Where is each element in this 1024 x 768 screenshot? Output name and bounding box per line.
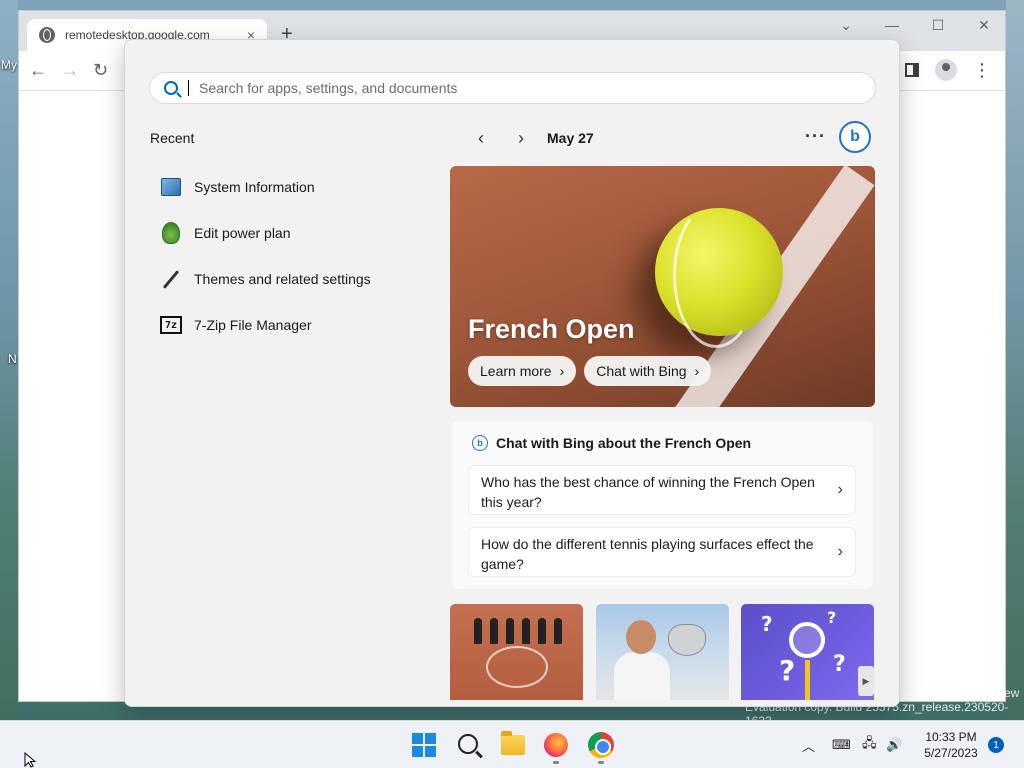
chevron-right-icon: › (559, 363, 565, 379)
firefox-icon[interactable] (544, 733, 568, 757)
recent-item-system-information[interactable]: System Information (160, 164, 371, 210)
chrome-icon[interactable] (588, 732, 614, 758)
search-icon[interactable] (458, 734, 478, 754)
system-information-icon (160, 176, 182, 198)
chat-question-text: How do the different tennis playing surf… (481, 536, 814, 572)
tray-overflow-chevron-icon[interactable]: ︿ (802, 721, 815, 768)
mouse-cursor-icon (24, 752, 37, 768)
bing-icon: b (472, 435, 488, 451)
chat-card-title: Chat with Bing about the French Open (496, 435, 752, 451)
running-indicator (553, 761, 559, 764)
recent-item-label: Themes and related settings (194, 271, 371, 287)
search-icon (164, 81, 178, 95)
desktop-wallpaper-right (1006, 0, 1024, 720)
search-input[interactable] (199, 80, 839, 96)
minimize-button[interactable]: — (877, 17, 907, 33)
desktop-icon-label[interactable]: N (8, 352, 17, 366)
recent-item-7zip[interactable]: 7z 7-Zip File Manager (160, 302, 371, 348)
widget-date: May 27 (547, 130, 594, 146)
network-icon[interactable]: 🖧 (862, 721, 877, 768)
keyboard-icon[interactable]: ⌨ (832, 721, 851, 768)
recent-list: System Information Edit power plan Theme… (160, 164, 371, 348)
thumbnail-trophy-player[interactable] (596, 604, 729, 700)
windows-start-icon[interactable] (412, 733, 436, 757)
text-caret (188, 80, 189, 96)
back-button[interactable]: ← (29, 60, 47, 81)
learn-more-button[interactable]: Learn more › (468, 356, 577, 386)
recent-item-label: Edit power plan (194, 225, 291, 241)
chat-with-bing-label: Chat with Bing (596, 363, 687, 379)
profile-avatar[interactable] (935, 59, 957, 81)
forward-button[interactable]: → (61, 60, 79, 81)
running-indicator (598, 761, 604, 764)
previous-day-button[interactable]: ‹ (461, 124, 501, 152)
thumbnail-question-marks[interactable]: ? ? ? ? (741, 604, 874, 700)
widget-date-nav: ‹ › May 27 (461, 124, 594, 152)
hero-actions: Learn more › Chat with Bing › (468, 356, 712, 386)
more-options-button[interactable]: ··· (805, 126, 826, 147)
recent-item-label: System Information (194, 179, 315, 195)
volume-icon[interactable]: 🔊 (886, 721, 902, 768)
reload-button[interactable]: ↻ (93, 60, 108, 81)
learn-more-label: Learn more (480, 363, 552, 379)
clock[interactable]: 10:33 PM 5/27/2023 (908, 729, 994, 761)
chat-question[interactable]: Who has the best chance of winning the F… (468, 465, 856, 515)
recent-item-themes[interactable]: Themes and related settings (160, 256, 371, 302)
chevron-right-icon: › (837, 481, 843, 498)
bing-chat-card: b Chat with Bing about the French Open W… (452, 421, 873, 589)
chat-question[interactable]: How do the different tennis playing surf… (468, 527, 856, 577)
desktop-icon-label[interactable]: My (1, 58, 17, 72)
power-plan-icon (160, 222, 182, 244)
chat-question-text: Who has the best chance of winning the F… (481, 474, 815, 510)
scroll-down-arrow[interactable]: ▶ (858, 666, 874, 696)
tennis-ball-image (655, 202, 783, 348)
next-day-button[interactable]: › (501, 124, 541, 152)
maximize-button[interactable]: ☐ (923, 17, 953, 34)
chevron-right-icon: › (694, 363, 700, 379)
chat-card-header: b Chat with Bing about the French Open (472, 435, 751, 451)
browser-menu-button[interactable]: ⋮ (973, 61, 991, 79)
file-explorer-icon[interactable] (501, 731, 525, 755)
recent-item-edit-power-plan[interactable]: Edit power plan (160, 210, 371, 256)
clock-time: 10:33 PM (925, 730, 977, 744)
chevron-right-icon: › (837, 543, 843, 560)
hero-title: French Open (468, 314, 635, 344)
taskbar: ︿ ⌨ 🖧 🔊 10:33 PM 5/27/2023 1 (0, 720, 1024, 768)
side-panel-icon[interactable] (905, 63, 919, 77)
brush-icon (160, 268, 182, 290)
recent-item-label: 7-Zip File Manager (194, 317, 312, 333)
bing-icon[interactable]: b (839, 121, 871, 153)
hero-card-french-open[interactable]: French Open Learn more › Chat with Bing … (450, 166, 875, 407)
notification-badge[interactable]: 1 (988, 737, 1004, 753)
start-menu: Recent System Information Edit power pla… (124, 39, 900, 707)
globe-icon (39, 27, 55, 43)
watermark-fragment: ew (1004, 686, 1020, 700)
clock-date: 5/27/2023 (924, 746, 978, 760)
chat-with-bing-button[interactable]: Chat with Bing › (584, 356, 712, 386)
thumbnail-roland-garros[interactable] (450, 604, 583, 700)
7zip-icon: 7z (160, 314, 182, 336)
close-window-button[interactable]: ✕ (969, 17, 999, 34)
start-search-box[interactable] (149, 72, 876, 104)
tab-search-chevron-icon[interactable]: ⌄ (831, 17, 861, 34)
recent-heading: Recent (150, 130, 195, 146)
